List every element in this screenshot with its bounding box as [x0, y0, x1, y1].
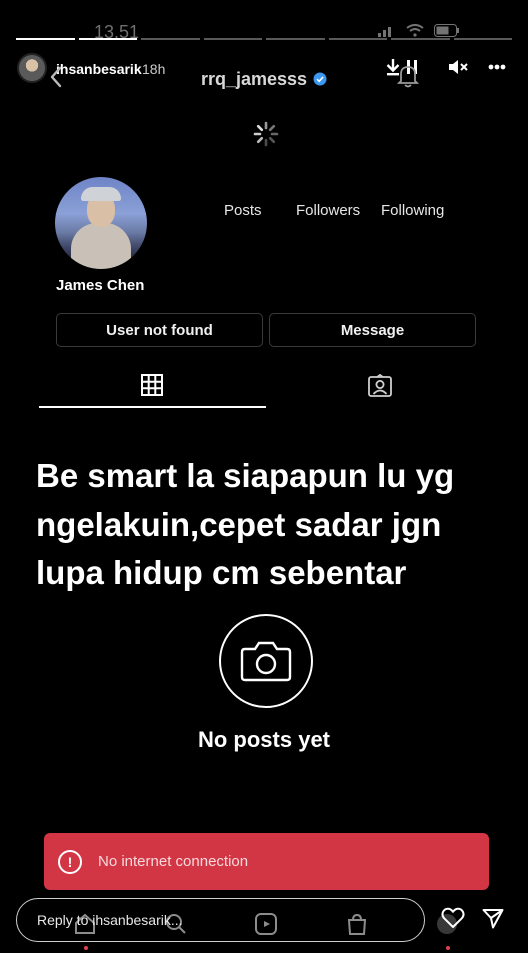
profile-avatar[interactable]: [55, 177, 147, 269]
heart-icon[interactable]: [441, 907, 465, 934]
toast-message: No internet connection: [98, 853, 249, 870]
signal-icon: [378, 26, 391, 37]
followers-stat[interactable]: Followers: [296, 202, 360, 219]
active-tab-indicator: [39, 406, 266, 408]
status-icons: [378, 24, 460, 37]
notification-dot: [446, 946, 450, 950]
profile-full-name: James Chen: [56, 277, 145, 294]
story-progress-segment: [203, 38, 262, 40]
bell-icon[interactable]: [396, 64, 420, 93]
profile-header-title: rrq_jamesss: [0, 69, 528, 91]
following-stat[interactable]: Following: [381, 202, 444, 219]
send-icon[interactable]: [482, 908, 504, 934]
wifi-icon: [406, 24, 424, 37]
loading-spinner-icon: [253, 121, 279, 152]
reply-placeholder: Reply to ihsanbesarik...: [37, 912, 183, 928]
empty-state-text: No posts yet: [197, 727, 331, 752]
profile-handle: rrq_jamesss: [200, 69, 308, 89]
posts-stat[interactable]: Posts: [224, 202, 262, 219]
story-progress-segment: [16, 38, 75, 40]
story-progress-bars: [16, 38, 512, 40]
story-progress-segment: [391, 38, 450, 40]
camera-icon: [219, 614, 313, 708]
story-progress-segment: [141, 38, 200, 40]
message-button[interactable]: Message: [269, 313, 476, 347]
user-not-found-button[interactable]: User not found: [56, 313, 263, 347]
story-progress-segment: [266, 38, 325, 40]
story-progress-segment: [328, 38, 387, 40]
story-progress-segment: [78, 38, 137, 40]
grid-icon[interactable]: [141, 374, 163, 401]
error-icon: !: [58, 849, 82, 874]
battery-icon: [434, 24, 459, 37]
story-progress-segment: [453, 38, 512, 40]
no-connection-toast: ! No internet connection: [44, 833, 489, 890]
tagged-icon[interactable]: [368, 373, 392, 402]
story-overlay-text: Be smart la siapapun lu yg ngelakuin,cep…: [36, 457, 455, 591]
notification-dot: [84, 946, 88, 950]
verified-badge-icon: [313, 70, 327, 91]
